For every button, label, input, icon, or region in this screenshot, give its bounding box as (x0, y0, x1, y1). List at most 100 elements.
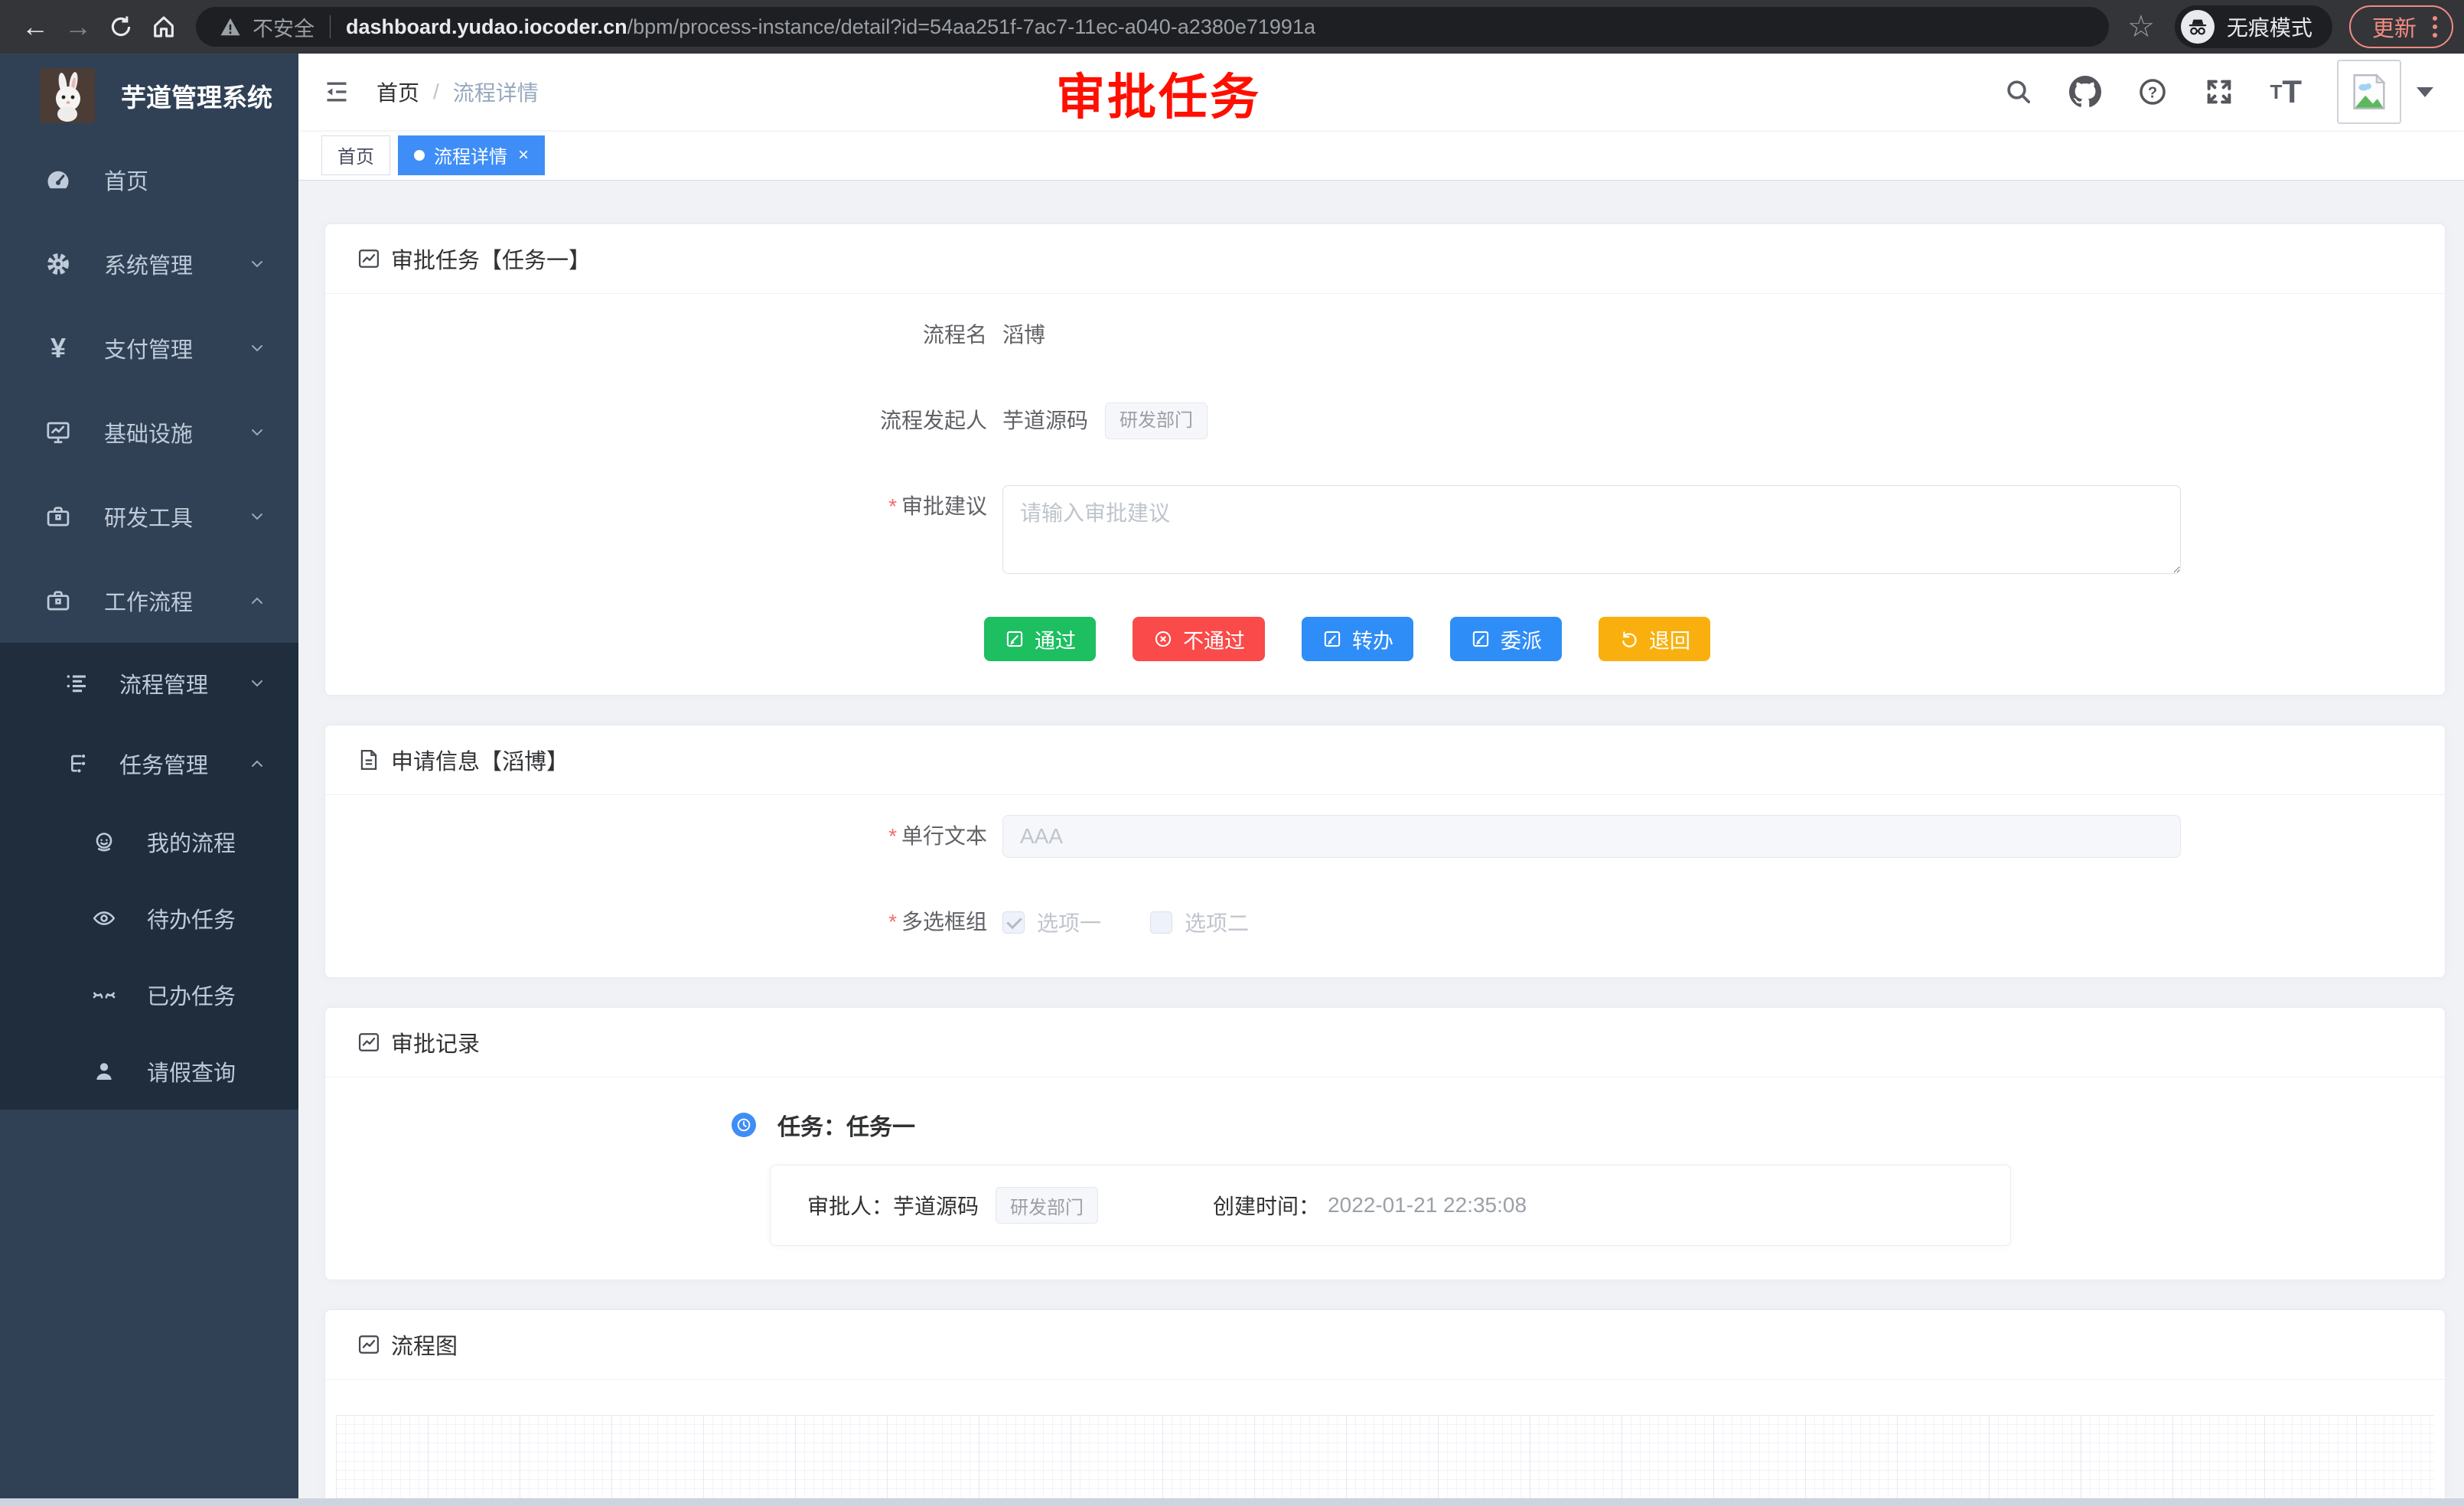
sidebar-item-label: 基础设施 (104, 416, 193, 448)
checkbox-option-2: 选项二 (1150, 907, 1249, 937)
incognito-icon (2181, 10, 2215, 44)
horizontal-scrollbar[interactable] (0, 1498, 2464, 1506)
approve-button[interactable]: 通过 (984, 617, 1096, 661)
url-divider (330, 15, 331, 38)
field-label: 流程发起人 (325, 399, 1002, 442)
reload-icon[interactable] (99, 5, 142, 48)
opinion-row: *审批建议 (325, 485, 2414, 574)
transfer-button[interactable]: 转办 (1302, 617, 1413, 661)
tab-label: 流程详情 (434, 142, 507, 168)
page-content: 审批任务【任务一】 流程名 滔博 流程发起人 芋道源码 研发部门 (298, 181, 2464, 1506)
search-icon[interactable] (2003, 77, 2034, 107)
card-title: 流程图 (391, 1328, 458, 1361)
active-dot (414, 150, 425, 161)
chart-frame-icon (356, 1029, 382, 1055)
bookmark-star-icon[interactable]: ☆ (2127, 9, 2155, 44)
card-title: 申请信息【滔博】 (391, 744, 569, 776)
tab-process-detail[interactable]: 流程详情 × (398, 135, 545, 175)
url-path[interactable]: /bpm/process-instance/detail?id=54aa251f… (627, 15, 1315, 39)
sidebar-item-my-process[interactable]: 我的流程 (0, 804, 298, 880)
single-line-text-input (1002, 815, 2181, 858)
briefcase-icon (43, 587, 73, 614)
eye-open-icon (89, 905, 119, 931)
initiator-name: 芋道源码 (1002, 399, 1088, 442)
circle-close-icon (1152, 628, 1174, 650)
sidebar-item-label: 我的流程 (147, 826, 236, 858)
chevron-up-icon (248, 593, 266, 608)
not-secure-warning-icon[interactable] (219, 15, 242, 38)
browser-update-button[interactable]: 更新 (2349, 5, 2453, 48)
edit-icon (1004, 628, 1025, 650)
help-icon[interactable]: ? (2136, 76, 2169, 108)
chart-frame-icon (356, 246, 382, 272)
sidebar-item-infra[interactable]: 基础设施 (0, 390, 298, 474)
sidebar-item-home[interactable]: 首页 (0, 138, 298, 222)
tree-list-icon (61, 670, 92, 696)
clock-icon (732, 1113, 756, 1137)
required-asterisk: * (888, 824, 897, 848)
sidebar-item-done-tasks[interactable]: 已办任务 (0, 957, 298, 1033)
github-icon[interactable] (2069, 76, 2101, 108)
fullscreen-icon[interactable] (2204, 77, 2234, 107)
timeline-task-title: 任务：任务一 (777, 1108, 915, 1142)
home-icon[interactable] (142, 5, 185, 48)
dashboard-icon (43, 166, 73, 194)
sidebar-item-todo-tasks[interactable]: 待办任务 (0, 880, 298, 957)
sidebar-item-workflow[interactable]: 工作流程 (0, 559, 298, 643)
dept-tag: 研发部门 (1105, 403, 1208, 439)
app-title: 芋道管理系统 (121, 77, 272, 114)
assignee-name: 芋道源码 (893, 1190, 979, 1221)
tab-home[interactable]: 首页 (321, 135, 390, 175)
dept-tag: 研发部门 (996, 1187, 1098, 1224)
bpmn-canvas-grid[interactable] (336, 1415, 2434, 1506)
svg-text:?: ? (2148, 84, 2157, 101)
checkbox-option-1: 选项一 (1002, 907, 1101, 937)
sidebar-item-task-mgmt[interactable]: 任务管理 (0, 723, 298, 804)
created-time-value: 2022-01-21 22:35:08 (1328, 1193, 1527, 1218)
edit-icon (1470, 628, 1491, 650)
apply-info-card: 申请信息【滔博】 *单行文本 *多选框组 选项一 (324, 725, 2446, 978)
field-label: 流程名 (325, 314, 1002, 357)
reject-button[interactable]: 不通过 (1133, 617, 1265, 661)
timeline-detail-panel: 审批人： 芋道源码 研发部门 创建时间： 2022-01-21 22:35:08 (770, 1165, 2011, 1246)
approval-record-card: 审批记录 任务：任务一 审批人： (324, 1007, 2446, 1280)
font-size-icon[interactable]: TT (2270, 73, 2302, 110)
delegate-button[interactable]: 委派 (1450, 617, 1562, 661)
url-host[interactable]: dashboard.yudao.iocoder.cn (346, 15, 627, 39)
field-label: *多选框组 (325, 901, 1002, 944)
sidebar: 芋道管理系统 首页 系统管理 (0, 54, 298, 1506)
card-header: 申请信息【滔博】 (325, 725, 2445, 795)
sidebar-collapse-icon[interactable] (321, 77, 352, 107)
undo-icon (1618, 628, 1640, 650)
breadcrumb-home[interactable]: 首页 (376, 77, 419, 107)
forward-icon[interactable]: → (57, 5, 99, 48)
eye-closed-icon (89, 982, 119, 1008)
return-button[interactable]: 退回 (1599, 617, 1710, 661)
top-navbar: 首页 / 流程详情 审批任务 ? (298, 54, 2464, 130)
address-bar[interactable]: 不安全 dashboard.yudao.iocoder.cn /bpm/proc… (196, 7, 2109, 47)
sidebar-item-label: 流程管理 (119, 667, 208, 699)
browser-toolbar: ← → 不安全 dashboard.yudao.iocoder.cn /bpm/… (0, 0, 2464, 54)
required-asterisk: * (888, 494, 897, 518)
timeline: 任务：任务一 审批人： 芋道源码 研发部门 创建时间： 2022-01-21 2… (325, 1097, 2414, 1246)
required-asterisk: * (888, 910, 897, 934)
app-logo-row[interactable]: 芋道管理系统 (0, 54, 298, 138)
sidebar-item-leave-query[interactable]: 请假查询 (0, 1033, 298, 1110)
logo-rabbit-image (40, 68, 95, 123)
sidebar-item-label: 工作流程 (104, 585, 193, 617)
security-label[interactable]: 不安全 (253, 12, 315, 42)
sidebar-item-system[interactable]: 系统管理 (0, 222, 298, 306)
avatar-dropdown-caret[interactable] (2417, 87, 2433, 97)
back-icon[interactable]: ← (14, 5, 57, 48)
avatar[interactable] (2337, 60, 2401, 124)
edit-icon (1322, 628, 1343, 650)
sidebar-item-process-mgmt[interactable]: 流程管理 (0, 643, 298, 723)
breadcrumb-current: 流程详情 (453, 77, 539, 107)
sidebar-item-devtools[interactable]: 研发工具 (0, 474, 298, 559)
chevron-down-icon (248, 256, 266, 272)
kebab-menu-icon[interactable] (2430, 12, 2440, 41)
opinion-textarea[interactable] (1002, 485, 2181, 574)
sidebar-item-payment[interactable]: ¥ 支付管理 (0, 306, 298, 390)
close-icon[interactable]: × (518, 146, 529, 165)
tag-tabs-bar: 首页 流程详情 × (298, 130, 2464, 181)
